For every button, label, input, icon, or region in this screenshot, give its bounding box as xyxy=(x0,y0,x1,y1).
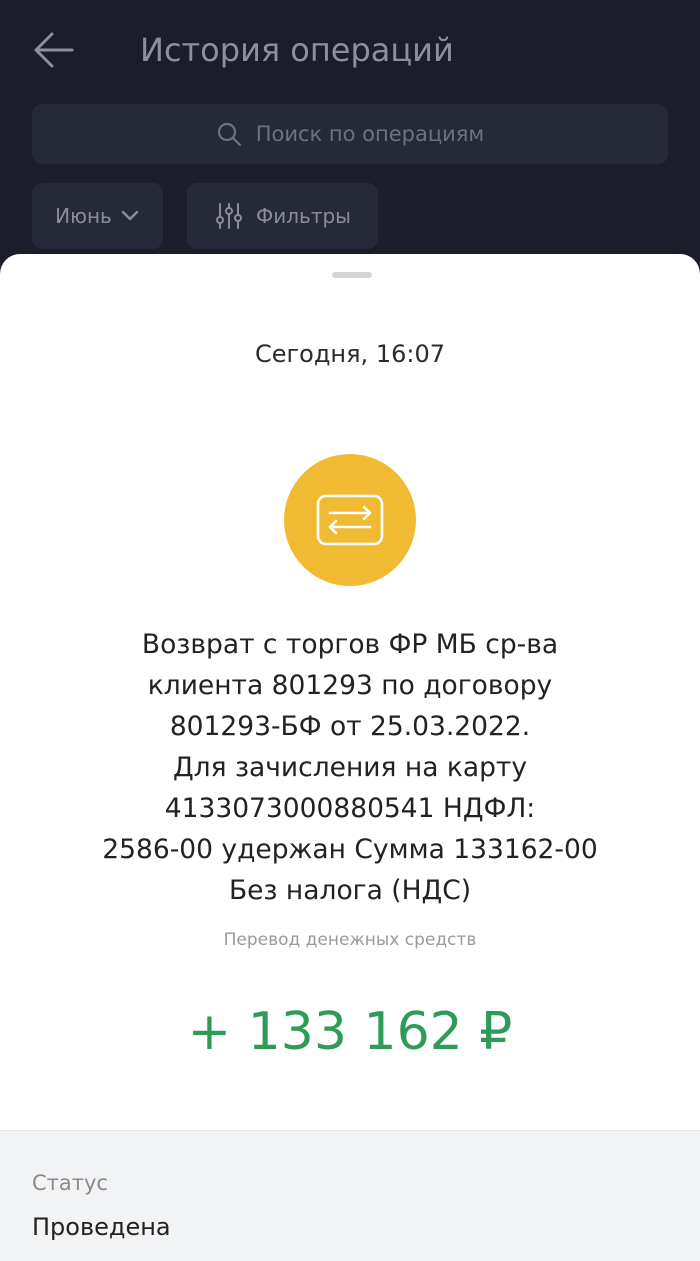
description-line: Для зачисления на карту xyxy=(172,752,528,783)
drag-handle[interactable] xyxy=(332,272,372,278)
page-title: История операций xyxy=(140,31,454,69)
filters-label: Фильтры xyxy=(256,204,351,228)
status-label: Статус xyxy=(32,1171,108,1195)
search-input[interactable]: Поиск по операциям xyxy=(32,104,668,164)
transfer-arrows-icon xyxy=(316,494,384,546)
operation-description: Возврат с торгов ФР МБ ср-ва клиента 801… xyxy=(60,624,640,911)
chevron-down-icon xyxy=(121,210,139,221)
operation-amount: + 133 162 ₽ xyxy=(187,1002,513,1062)
description-line: клиента 801293 по договору xyxy=(147,670,553,701)
back-button[interactable] xyxy=(28,26,80,74)
operation-category: Перевод денежных средств xyxy=(223,930,477,950)
status-section: Статус Проведена xyxy=(0,1130,700,1261)
arrow-left-icon xyxy=(34,32,74,68)
description-line: 801293-БФ от 25.03.2022. xyxy=(169,711,531,742)
search-icon xyxy=(217,122,241,147)
description-line: 2586-00 удержан Сумма 133162-00 xyxy=(102,834,598,865)
operation-details-sheet: Сегодня, 16:07 Возврат с торгов ФР МБ ср… xyxy=(0,254,700,1261)
month-filter-button[interactable]: Июнь xyxy=(32,183,163,249)
search-placeholder: Поиск по операциям xyxy=(255,122,485,146)
top-bar: История операций Поиск по операциям Июнь xyxy=(0,0,700,255)
operation-date: Сегодня, 16:07 xyxy=(255,340,445,368)
status-value: Проведена xyxy=(32,1213,171,1241)
description-line: Возврат с торгов ФР МБ ср-ва xyxy=(141,629,559,660)
description-line: 4133073000880541 НДФЛ: xyxy=(164,793,536,824)
month-filter-label: Июнь xyxy=(55,204,112,228)
sliders-icon xyxy=(216,203,243,229)
description-line: Без налога (НДС) xyxy=(228,875,472,906)
operation-icon-badge xyxy=(284,454,416,586)
filters-button[interactable]: Фильтры xyxy=(187,183,378,249)
